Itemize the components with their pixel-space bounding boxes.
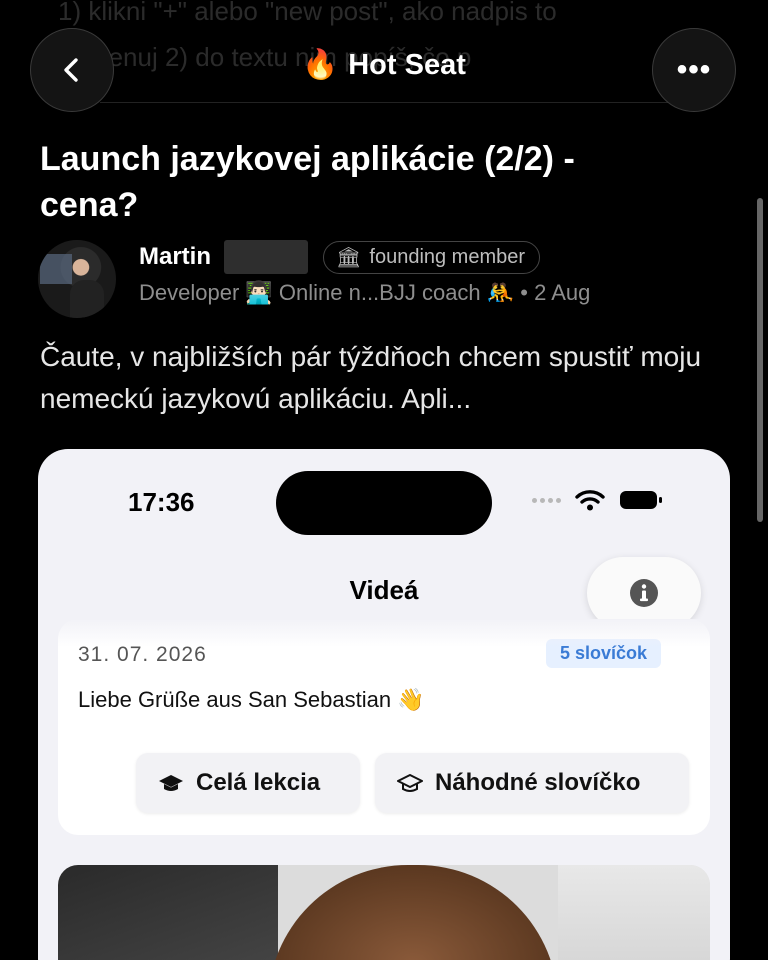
lesson-message: Liebe Grüße aus San Sebastian 👋: [78, 687, 425, 713]
random-word-label: Náhodné slovíčko: [435, 769, 641, 796]
author-meta: Developer 👨🏻‍💻 Online n...BJJ coach 🤼 • …: [139, 280, 591, 305]
post-title: Launch jazykovej aplikácie (2/2) - cena?: [40, 140, 575, 224]
author-name[interactable]: Martin: [139, 243, 211, 271]
founding-member-badge: 🏛 founding member: [323, 241, 541, 274]
post-excerpt[interactable]: Čaute, v najbližších pár týždňoch chcem …: [40, 336, 740, 420]
scrollbar[interactable]: [757, 198, 763, 522]
video-thumbnail[interactable]: [58, 865, 710, 960]
status-icons: [532, 489, 663, 511]
full-lesson-label: Celá lekcia: [196, 769, 321, 796]
scroll-fade: [38, 619, 730, 647]
full-lesson-button[interactable]: Celá lekcia: [136, 753, 360, 813]
background-text-line: 1) klikni "+" alebo "new post", ako nadp…: [58, 0, 557, 26]
waving-hand-icon: 👋: [397, 687, 425, 712]
badge-label: founding member: [369, 246, 526, 268]
battery-icon: [620, 491, 662, 509]
more-dots-icon: •••: [676, 53, 712, 86]
fire-icon: 🔥: [302, 49, 339, 81]
header-divider: [100, 102, 668, 103]
bank-icon: 🏛: [336, 247, 362, 269]
dynamic-island: [276, 471, 492, 535]
random-word-button[interactable]: Náhodné slovíčko: [375, 753, 689, 813]
graduation-cap-icon: [159, 775, 183, 791]
nav-title-label: Hot Seat: [348, 48, 466, 81]
more-options-button[interactable]: •••: [652, 28, 736, 112]
lesson-card: 31. 07. 2026 5 slovíčok Liebe Grüße aus …: [58, 619, 710, 835]
status-time: 17:36: [128, 487, 195, 517]
attached-screenshot[interactable]: 17:36 Videá 31. 07. 2026 5 slovíčok Lieb…: [38, 449, 730, 960]
wifi-icon: [575, 490, 605, 511]
signal-icon: [532, 497, 561, 503]
avatar[interactable]: [38, 240, 116, 318]
info-icon: [630, 579, 658, 607]
redacted-surname: [224, 240, 308, 274]
graduation-cap-outline-icon: [397, 774, 423, 792]
lesson-message-text: Liebe Grüße aus San Sebastian: [78, 687, 392, 712]
